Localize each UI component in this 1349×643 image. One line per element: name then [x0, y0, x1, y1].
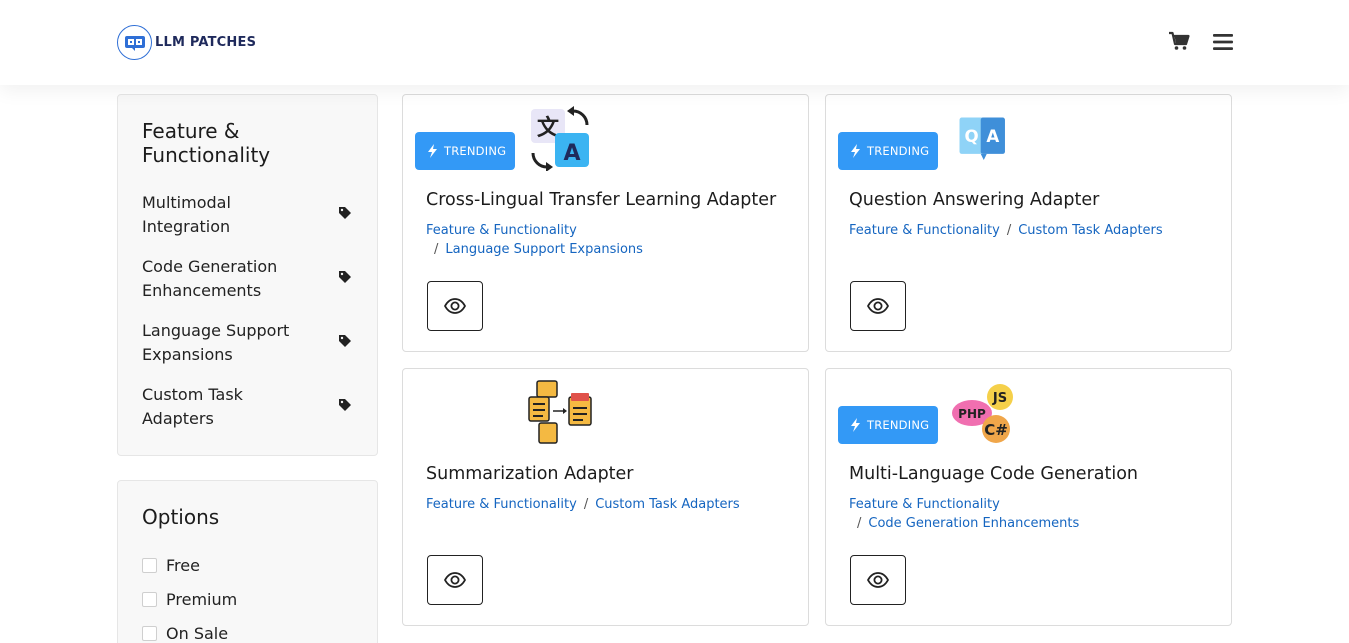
option-label: Premium — [166, 589, 238, 609]
on-sale-checkbox[interactable] — [142, 625, 157, 641]
breadcrumb-link[interactable]: Code Generation Enhancements — [868, 516, 1079, 531]
code-languages-icon: JS PHP C# — [952, 384, 1013, 443]
category-item-code-generation[interactable]: Code Generation Enhancements — [142, 255, 357, 305]
svg-text:A: A — [986, 127, 999, 146]
category-item-multimodal[interactable]: Multimodal Integration — [142, 191, 357, 241]
product-card: TRENDING JS PHP C# Multi-Language Code G… — [825, 368, 1232, 626]
product-title[interactable]: Cross-Lingual Transfer Learning Adapter — [426, 190, 776, 210]
badge-label: TRENDING — [867, 418, 930, 432]
category-panel: Feature & Functionality Multimodal Integ… — [117, 94, 378, 456]
category-panel-title: Feature & Functionality — [142, 119, 271, 167]
breadcrumb-link[interactable]: Custom Task Adapters — [1018, 223, 1162, 238]
view-button[interactable] — [427, 281, 483, 331]
svg-text:C#: C# — [984, 421, 1008, 439]
premium-checkbox[interactable] — [142, 591, 157, 607]
view-button[interactable] — [850, 281, 906, 331]
eye-icon — [867, 572, 889, 588]
lightning-icon — [851, 144, 860, 158]
qa-icon: Q A — [959, 117, 1005, 160]
breadcrumb-separator: / — [857, 516, 862, 531]
product-card: TRENDING 文 A Cross-Lingual Transfer Lear… — [402, 94, 809, 352]
svg-text:JS: JS — [992, 391, 1007, 406]
tag-icon — [339, 335, 351, 347]
tag-icon — [339, 207, 351, 219]
breadcrumb-link[interactable]: Feature & Functionality — [426, 497, 577, 512]
product-title[interactable]: Multi-Language Code Generation — [849, 464, 1138, 484]
tag-icon — [339, 399, 351, 411]
breadcrumb: Feature & Functionality / Language Suppor… — [426, 221, 796, 259]
logo-text: LLM PATCHES — [155, 35, 257, 50]
logo-link[interactable]: LLM PATCHES — [117, 25, 256, 60]
breadcrumb: Feature & Functionality / Custom Task Adap… — [849, 221, 1219, 240]
breadcrumb: Feature & Functionality / Custom Task Adap… — [426, 495, 796, 514]
trending-badge: TRENDING — [415, 132, 515, 170]
options-panel-title: Options — [142, 505, 220, 529]
breadcrumb-separator: / — [583, 497, 589, 512]
product-title[interactable]: Question Answering Adapter — [849, 190, 1099, 210]
category-item-language-support[interactable]: Language Support Expansions — [142, 319, 357, 369]
product-card: Summarization Adapter Feature & Function… — [402, 368, 809, 626]
translate-icon: 文 A — [531, 106, 589, 171]
lightning-icon — [428, 144, 437, 158]
breadcrumb-separator: / — [1006, 223, 1012, 238]
llm-patches-logo-icon — [117, 25, 152, 60]
option-free[interactable]: Free — [142, 554, 200, 576]
category-item-custom-task[interactable]: Custom Task Adapters — [142, 383, 357, 433]
view-button[interactable] — [427, 555, 483, 605]
tag-icon — [339, 271, 351, 283]
breadcrumb-link[interactable]: Feature & Functionality — [426, 223, 577, 238]
eye-icon — [444, 572, 466, 588]
svg-text:Q: Q — [965, 127, 979, 146]
badge-label: TRENDING — [444, 144, 507, 158]
trending-badge: TRENDING — [838, 132, 938, 170]
options-panel: Options Free Premium On Sale — [117, 480, 378, 643]
view-button[interactable] — [850, 555, 906, 605]
breadcrumb-link[interactable]: Feature & Functionality — [849, 223, 1000, 238]
shopping-cart-icon[interactable] — [1168, 31, 1190, 53]
breadcrumb-separator: / — [434, 242, 439, 257]
free-checkbox[interactable] — [142, 557, 157, 573]
breadcrumb-link[interactable]: Custom Task Adapters — [595, 497, 739, 512]
option-premium[interactable]: Premium — [142, 588, 237, 610]
documents-icon — [528, 380, 592, 444]
trending-badge: TRENDING — [838, 406, 938, 444]
category-label: Multimodal Integration — [142, 193, 231, 236]
breadcrumb-link[interactable]: Language Support Expansions — [445, 242, 643, 257]
eye-icon — [867, 298, 889, 314]
product-card: TRENDING Q A Question Answering Adapter … — [825, 94, 1232, 352]
hamburger-menu-icon[interactable] — [1212, 32, 1234, 52]
lightning-icon — [851, 418, 860, 432]
option-on-sale[interactable]: On Sale — [142, 622, 228, 643]
breadcrumb-link[interactable]: Feature & Functionality — [849, 497, 1000, 512]
site-header: LLM PATCHES — [0, 0, 1349, 85]
category-label: Code Generation Enhancements — [142, 257, 278, 300]
option-label: Free — [166, 555, 200, 575]
option-label: On Sale — [166, 623, 229, 643]
svg-text:PHP: PHP — [958, 407, 986, 421]
eye-icon — [444, 298, 466, 314]
product-title[interactable]: Summarization Adapter — [426, 464, 634, 484]
category-label: Language Support Expansions — [142, 321, 290, 364]
svg-text:A: A — [563, 141, 580, 166]
badge-label: TRENDING — [867, 144, 930, 158]
breadcrumb: Feature & Functionality / Code Generation… — [849, 495, 1219, 533]
category-label: Custom Task Adapters — [142, 385, 243, 428]
